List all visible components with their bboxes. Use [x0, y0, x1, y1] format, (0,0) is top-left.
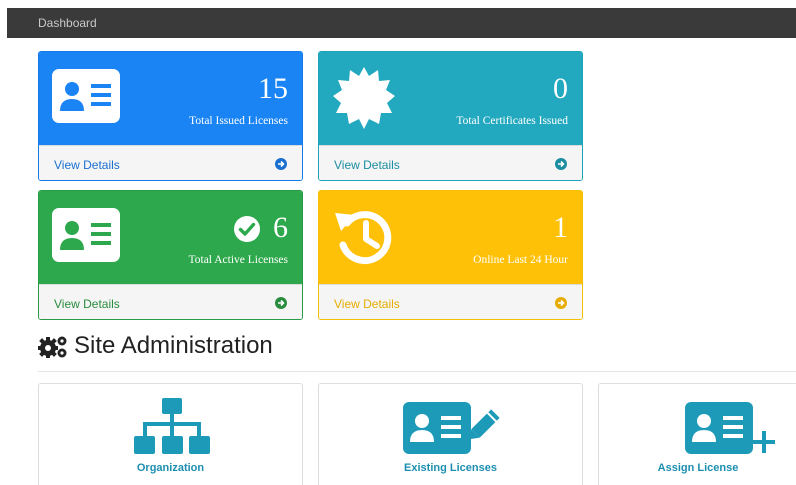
view-details-label[interactable]: View Details — [54, 297, 120, 311]
stat-label: Total Issued Licenses — [189, 115, 288, 127]
view-details-label[interactable]: View Details — [54, 158, 120, 172]
arrow-circle-right-icon[interactable] — [275, 297, 287, 309]
arrow-circle-right-icon[interactable] — [555, 158, 567, 170]
view-details-link[interactable]: View Details — [39, 284, 302, 319]
id-card-icon — [52, 69, 120, 123]
stat-card-header: 1 Online Last 24 Hour — [319, 191, 582, 284]
page-title: Dashboard — [38, 16, 97, 30]
admin-tile-label[interactable]: Assign License — [599, 462, 796, 474]
stat-label: Total Active Licenses — [188, 254, 288, 266]
gears-icon — [38, 336, 67, 358]
admin-tile-label[interactable]: Organization — [39, 462, 302, 474]
stat-label: Total Certificates Issued — [456, 115, 568, 127]
stat-card-certificates: 0 Total Certificates Issued View Details — [318, 51, 583, 181]
top-nav-bar: Dashboard — [7, 8, 796, 38]
sitemap-icon[interactable] — [133, 398, 211, 460]
section-title: Site Administration — [74, 332, 273, 359]
id-card-icon — [52, 208, 120, 262]
stat-card-issued-licenses: 15 Total Issued Licenses View Details — [38, 51, 303, 181]
stat-value: 1 — [553, 211, 568, 244]
history-icon — [335, 211, 392, 265]
admin-tile-existing-licenses[interactable]: Existing Licenses — [318, 383, 583, 485]
id-card-edit-icon[interactable] — [403, 402, 501, 458]
stat-card-header: 6 Total Active Licenses — [39, 191, 302, 284]
divider — [38, 371, 796, 372]
stat-card-online: 1 Online Last 24 Hour View Details — [318, 190, 583, 320]
arrow-circle-right-icon[interactable] — [275, 158, 287, 170]
stat-value: 15 — [258, 72, 288, 105]
certificate-icon — [333, 67, 395, 129]
view-details-link[interactable]: View Details — [39, 145, 302, 180]
id-card-add-icon[interactable] — [685, 402, 777, 458]
admin-tile-assign-license[interactable]: Assign License — [598, 383, 796, 485]
stat-card-header: 0 Total Certificates Issued — [319, 52, 582, 145]
check-circle-icon — [234, 216, 260, 242]
arrow-circle-right-icon[interactable] — [555, 297, 567, 309]
view-details-link[interactable]: View Details — [319, 145, 582, 180]
view-details-label[interactable]: View Details — [334, 158, 400, 172]
stat-card-header: 15 Total Issued Licenses — [39, 52, 302, 145]
view-details-label[interactable]: View Details — [334, 297, 400, 311]
admin-tile-label[interactable]: Existing Licenses — [319, 462, 582, 474]
stat-value: 6 — [273, 211, 288, 244]
stat-value: 0 — [553, 72, 568, 105]
stat-card-active-licenses: 6 Total Active Licenses View Details — [38, 190, 303, 320]
stat-label: Online Last 24 Hour — [473, 254, 568, 266]
view-details-link[interactable]: View Details — [319, 284, 582, 319]
admin-tile-organization[interactable]: Organization — [38, 383, 303, 485]
